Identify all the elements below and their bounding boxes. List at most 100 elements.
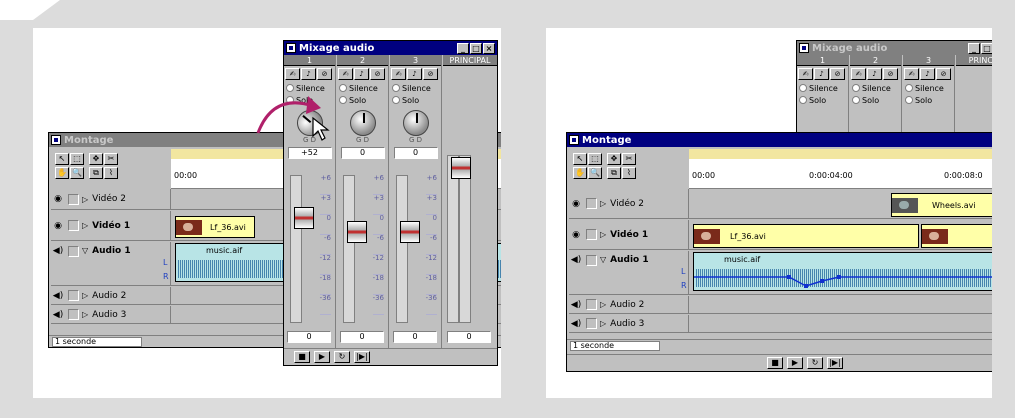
video-clip[interactable]: Lf_36.avi bbox=[175, 216, 255, 238]
automation-off-icon[interactable]: ⊘ bbox=[423, 68, 438, 80]
fader-value[interactable]: 0 bbox=[340, 331, 384, 343]
automation-write-icon[interactable]: ♪ bbox=[814, 68, 829, 80]
silence-radio[interactable]: Silence bbox=[903, 82, 954, 94]
pan-value[interactable]: 0 bbox=[393, 147, 438, 159]
expand-triangle-icon[interactable]: ▷ bbox=[82, 221, 88, 230]
silence-radio[interactable]: Silence bbox=[337, 82, 388, 94]
stop-icon[interactable]: ■ bbox=[294, 351, 310, 363]
automation-read-icon[interactable]: ✍ bbox=[391, 68, 406, 80]
time-unit-select[interactable]: 1 seconde bbox=[570, 340, 660, 351]
expand-triangle-icon[interactable]: ▷ bbox=[600, 300, 606, 309]
time-unit-select[interactable]: 1 seconde bbox=[52, 336, 142, 347]
lock-box[interactable] bbox=[68, 290, 79, 301]
range-select-tool-icon[interactable]: ⬚ bbox=[70, 153, 84, 165]
montage-titlebar[interactable]: Montage bbox=[567, 133, 992, 147]
hand-tool-icon[interactable]: ✋ bbox=[55, 167, 69, 179]
zoom-tool-icon[interactable]: 🔍 bbox=[70, 167, 84, 179]
audio-clip[interactable]: music.aif bbox=[693, 252, 992, 291]
expand-triangle-icon[interactable]: ▷ bbox=[600, 319, 606, 328]
mixer-titlebar[interactable]: Mixage audio _ □ × bbox=[284, 41, 497, 55]
automation-off-icon[interactable]: ⊘ bbox=[370, 68, 385, 80]
master-fader-value[interactable]: 0 bbox=[447, 331, 491, 343]
automation-read-icon[interactable]: ✍ bbox=[798, 68, 813, 80]
automation-write-icon[interactable]: ♪ bbox=[354, 68, 369, 80]
lock-box[interactable] bbox=[586, 318, 597, 329]
volume-rubberband[interactable] bbox=[694, 253, 992, 292]
video-clip-2[interactable] bbox=[921, 224, 992, 248]
speaker-icon[interactable]: ◀) bbox=[51, 310, 65, 320]
expand-triangle-icon[interactable]: ▷ bbox=[600, 199, 606, 208]
lock-box[interactable] bbox=[68, 193, 79, 205]
solo-radio[interactable]: Solo bbox=[337, 94, 388, 106]
silence-radio[interactable]: Silence bbox=[390, 82, 441, 94]
lock-box[interactable] bbox=[586, 229, 597, 240]
solo-radio[interactable]: Solo bbox=[390, 94, 441, 106]
video-clip[interactable]: Lf_36.avi bbox=[693, 224, 919, 248]
loop-icon[interactable]: ↻ bbox=[807, 357, 823, 369]
automation-off-icon[interactable]: ⊘ bbox=[830, 68, 845, 80]
maximize-button[interactable]: □ bbox=[981, 42, 992, 54]
volume-fader[interactable] bbox=[347, 221, 367, 243]
speaker-icon[interactable]: ◀) bbox=[569, 300, 583, 310]
pan-value[interactable]: 0 bbox=[340, 147, 385, 159]
pan-knob[interactable] bbox=[402, 110, 429, 136]
eye-icon[interactable]: ◉ bbox=[51, 194, 65, 204]
master-fader[interactable] bbox=[451, 157, 471, 179]
lock-box[interactable] bbox=[68, 246, 79, 257]
zoom-tool-icon[interactable]: 🔍 bbox=[588, 167, 602, 179]
marker-tool-icon[interactable]: ⌇ bbox=[622, 167, 636, 179]
solo-radio[interactable]: Solo bbox=[903, 94, 954, 106]
eye-icon[interactable]: ◉ bbox=[569, 199, 583, 209]
automation-read-icon[interactable]: ✍ bbox=[851, 68, 866, 80]
automation-read-icon[interactable]: ✍ bbox=[338, 68, 353, 80]
loop-icon[interactable]: ↻ bbox=[334, 351, 350, 363]
pan-value[interactable]: +52 bbox=[287, 147, 332, 159]
speaker-icon[interactable]: ◀) bbox=[569, 319, 583, 329]
automation-write-icon[interactable]: ♪ bbox=[867, 68, 882, 80]
collapse-triangle-icon[interactable]: ▽ bbox=[600, 255, 606, 264]
play-in-out-icon[interactable]: |▶| bbox=[354, 351, 370, 363]
expand-triangle-icon[interactable]: ▷ bbox=[82, 291, 88, 300]
play-icon[interactable]: ▶ bbox=[314, 351, 330, 363]
maximize-button[interactable]: □ bbox=[470, 42, 482, 54]
pan-knob[interactable] bbox=[349, 110, 376, 136]
link-tool-icon[interactable]: ⧉ bbox=[89, 167, 103, 179]
minimize-button[interactable]: _ bbox=[968, 42, 980, 54]
play-icon[interactable]: ▶ bbox=[787, 357, 803, 369]
eye-icon[interactable]: ◉ bbox=[51, 221, 65, 231]
expand-triangle-icon[interactable]: ▷ bbox=[82, 195, 88, 204]
lock-box[interactable] bbox=[586, 198, 597, 209]
automation-read-icon[interactable]: ✍ bbox=[285, 68, 300, 80]
collapse-triangle-icon[interactable]: ▽ bbox=[82, 246, 88, 255]
lock-box[interactable] bbox=[586, 299, 597, 310]
marker-tool-icon[interactable]: ⌇ bbox=[104, 167, 118, 179]
automation-write-icon[interactable]: ♪ bbox=[920, 68, 935, 80]
work-area-bar[interactable] bbox=[689, 149, 992, 159]
speaker-icon[interactable]: ◀) bbox=[51, 246, 65, 256]
mixer-titlebar[interactable]: Mixage audio _ □ bbox=[797, 41, 992, 55]
solo-radio[interactable]: Solo bbox=[797, 94, 848, 106]
lock-box[interactable] bbox=[68, 220, 79, 231]
video-clip[interactable]: Wheels.avi bbox=[891, 193, 992, 217]
silence-radio[interactable]: Silence bbox=[797, 82, 848, 94]
razor-tool-icon[interactable]: ✂ bbox=[622, 153, 636, 165]
fader-value[interactable]: 0 bbox=[393, 331, 437, 343]
eye-icon[interactable]: ◉ bbox=[569, 230, 583, 240]
automation-write-icon[interactable]: ♪ bbox=[301, 68, 316, 80]
fader-value[interactable]: 0 bbox=[287, 331, 331, 343]
expand-triangle-icon[interactable]: ▷ bbox=[600, 230, 606, 239]
hand-tool-icon[interactable]: ✋ bbox=[573, 167, 587, 179]
play-in-out-icon[interactable]: |▶| bbox=[827, 357, 843, 369]
automation-read-icon[interactable]: ✍ bbox=[904, 68, 919, 80]
silence-radio[interactable]: Silence bbox=[850, 82, 901, 94]
automation-off-icon[interactable]: ⊘ bbox=[936, 68, 951, 80]
close-button[interactable]: × bbox=[483, 42, 495, 54]
volume-fader[interactable] bbox=[400, 221, 420, 243]
lock-box[interactable] bbox=[68, 309, 79, 320]
track-tool-icon[interactable]: ✥ bbox=[89, 153, 103, 165]
volume-fader[interactable] bbox=[294, 207, 314, 229]
selection-tool-icon[interactable]: ↖ bbox=[55, 153, 69, 165]
speaker-icon[interactable]: ◀) bbox=[569, 255, 583, 265]
lock-box[interactable] bbox=[586, 255, 597, 266]
automation-off-icon[interactable]: ⊘ bbox=[883, 68, 898, 80]
